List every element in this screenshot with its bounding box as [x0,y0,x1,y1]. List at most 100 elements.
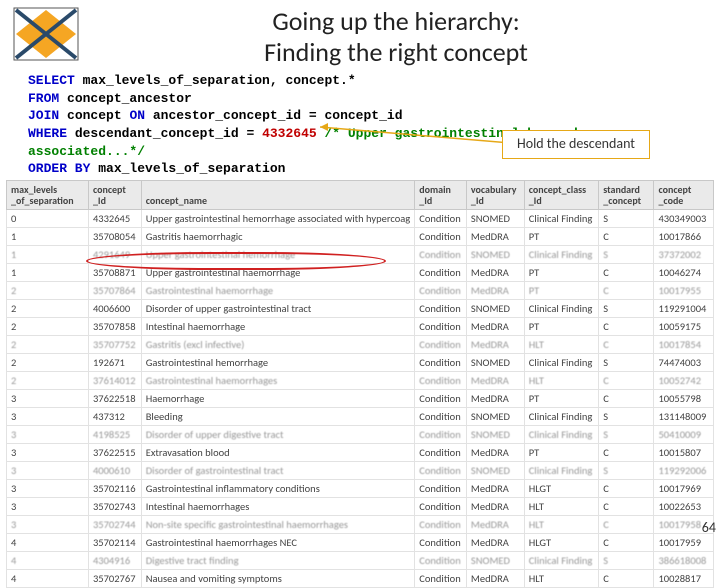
table-cell: 119292006 [654,461,714,479]
table-cell: 10028817 [654,569,714,587]
table-cell: MedDRA [466,497,524,515]
table-cell: 430349003 [654,209,714,227]
table-row: 04332645Upper gastrointestinal hemorrhag… [7,209,714,227]
table-cell: MedDRA [466,317,524,335]
table-cell: 10017866 [654,227,714,245]
table-row: 335702743Intestinal haemorrhagesConditio… [7,497,714,515]
table-cell: 35708054 [88,227,141,245]
table-cell: 35702743 [88,497,141,515]
table-row: 335702116Gastrointestinal inflammatory c… [7,479,714,497]
table-cell: 10059175 [654,317,714,335]
table-cell: 10017854 [654,335,714,353]
table-cell: Upper gastrointestinal hemorrhage [141,245,415,263]
table-cell: HLGT [524,479,599,497]
table-cell: Gastrointestinal hemorrhage [141,353,415,371]
col-header: vocabulary _Id [466,180,524,209]
table-cell: 3 [7,407,89,425]
table-cell: 10015807 [654,443,714,461]
table-cell: 1 [7,263,89,281]
table-cell: 2 [7,317,89,335]
table-cell: MedDRA [466,281,524,299]
table-row: 235707858Intestinal haemorrhageCondition… [7,317,714,335]
table-cell: MedDRA [466,227,524,245]
col-header: concept _Id [88,180,141,209]
table-cell: 4 [7,569,89,587]
table-cell: PT [524,281,599,299]
table-cell: Bleeding [141,407,415,425]
table-cell: Condition [415,479,467,497]
table-cell: HLGT [524,533,599,551]
table-cell: Condition [415,533,467,551]
table-cell: C [599,317,654,335]
table-cell: Gastrointestinal haemorrhages NEC [141,533,415,551]
table-cell: 2 [7,281,89,299]
table-cell: 4006600 [88,299,141,317]
table-cell: SNOMED [466,407,524,425]
table-cell: 37622518 [88,389,141,407]
table-cell: 2 [7,299,89,317]
table-cell: S [599,461,654,479]
table-cell: C [599,371,654,389]
table-cell: 4000610 [88,461,141,479]
table-cell: MedDRA [466,533,524,551]
table-cell: Condition [415,569,467,587]
table-row: 24006600Disorder of upper gastrointestin… [7,299,714,317]
table-cell: 0 [7,209,89,227]
table-cell: Clinical Finding [524,353,599,371]
table-cell: C [599,533,654,551]
title-line1: Going up the hierarchy: [82,6,710,37]
table-cell: 74474003 [654,353,714,371]
page-title: Going up the hierarchy: Finding the righ… [82,4,710,68]
table-row: 3437312BleedingConditionSNOMEDClinical F… [7,407,714,425]
table-cell: Condition [415,227,467,245]
table-cell: C [599,227,654,245]
table-cell: Condition [415,353,467,371]
table-row: 135708871Upper gastrointestinal haemorrh… [7,263,714,281]
table-cell: 119291004 [654,299,714,317]
table-cell: 35707864 [88,281,141,299]
table-cell: S [599,407,654,425]
table-cell: MedDRA [466,515,524,533]
table-cell: Clinical Finding [524,209,599,227]
table-cell: S [599,245,654,263]
table-cell: Condition [415,281,467,299]
table-row: 235707752Gastritis (excl infective)Condi… [7,335,714,353]
table-cell: 35702116 [88,479,141,497]
table-cell: 192671 [88,353,141,371]
table-cell: 10052742 [654,371,714,389]
table-cell: HLT [524,371,599,389]
table-cell: HLT [524,569,599,587]
table-cell: S [599,353,654,371]
table-cell: Clinical Finding [524,461,599,479]
table-cell: C [599,515,654,533]
table-row: 435702114Gastrointestinal haemorrhages N… [7,533,714,551]
table-cell: 4304916 [88,551,141,569]
table-cell: 4 [7,533,89,551]
table-cell: 35708871 [88,263,141,281]
table-cell: 131148009 [654,407,714,425]
table-cell: Disorder of upper gastrointestinal tract [141,299,415,317]
table-cell: MedDRA [466,479,524,497]
table-cell: Condition [415,497,467,515]
table-cell: MedDRA [466,443,524,461]
table-cell: Condition [415,335,467,353]
table-cell: C [599,443,654,461]
table-cell: S [599,425,654,443]
table-cell: 3 [7,515,89,533]
table-cell: SNOMED [466,551,524,569]
table-row: 237614012Gastrointestinal haemorrhagesCo… [7,371,714,389]
table-row: 337622518HaemorrhageConditionMedDRAPTC10… [7,389,714,407]
table-cell: SNOMED [466,209,524,227]
table-cell: Intestinal haemorrhages [141,497,415,515]
col-header: max_levels _of_separation [7,180,89,209]
table-cell: 3 [7,425,89,443]
table-cell: MedDRA [466,335,524,353]
table-row: 14291649Upper gastrointestinal hemorrhag… [7,245,714,263]
table-cell: HLT [524,335,599,353]
table-cell: Upper gastrointestinal hemorrhage associ… [141,209,415,227]
table-cell: 4198525 [88,425,141,443]
table-row: 44304916Digestive tract findingCondition… [7,551,714,569]
table-cell: MedDRA [466,263,524,281]
col-header: concept _code [654,180,714,209]
table-cell: C [599,479,654,497]
